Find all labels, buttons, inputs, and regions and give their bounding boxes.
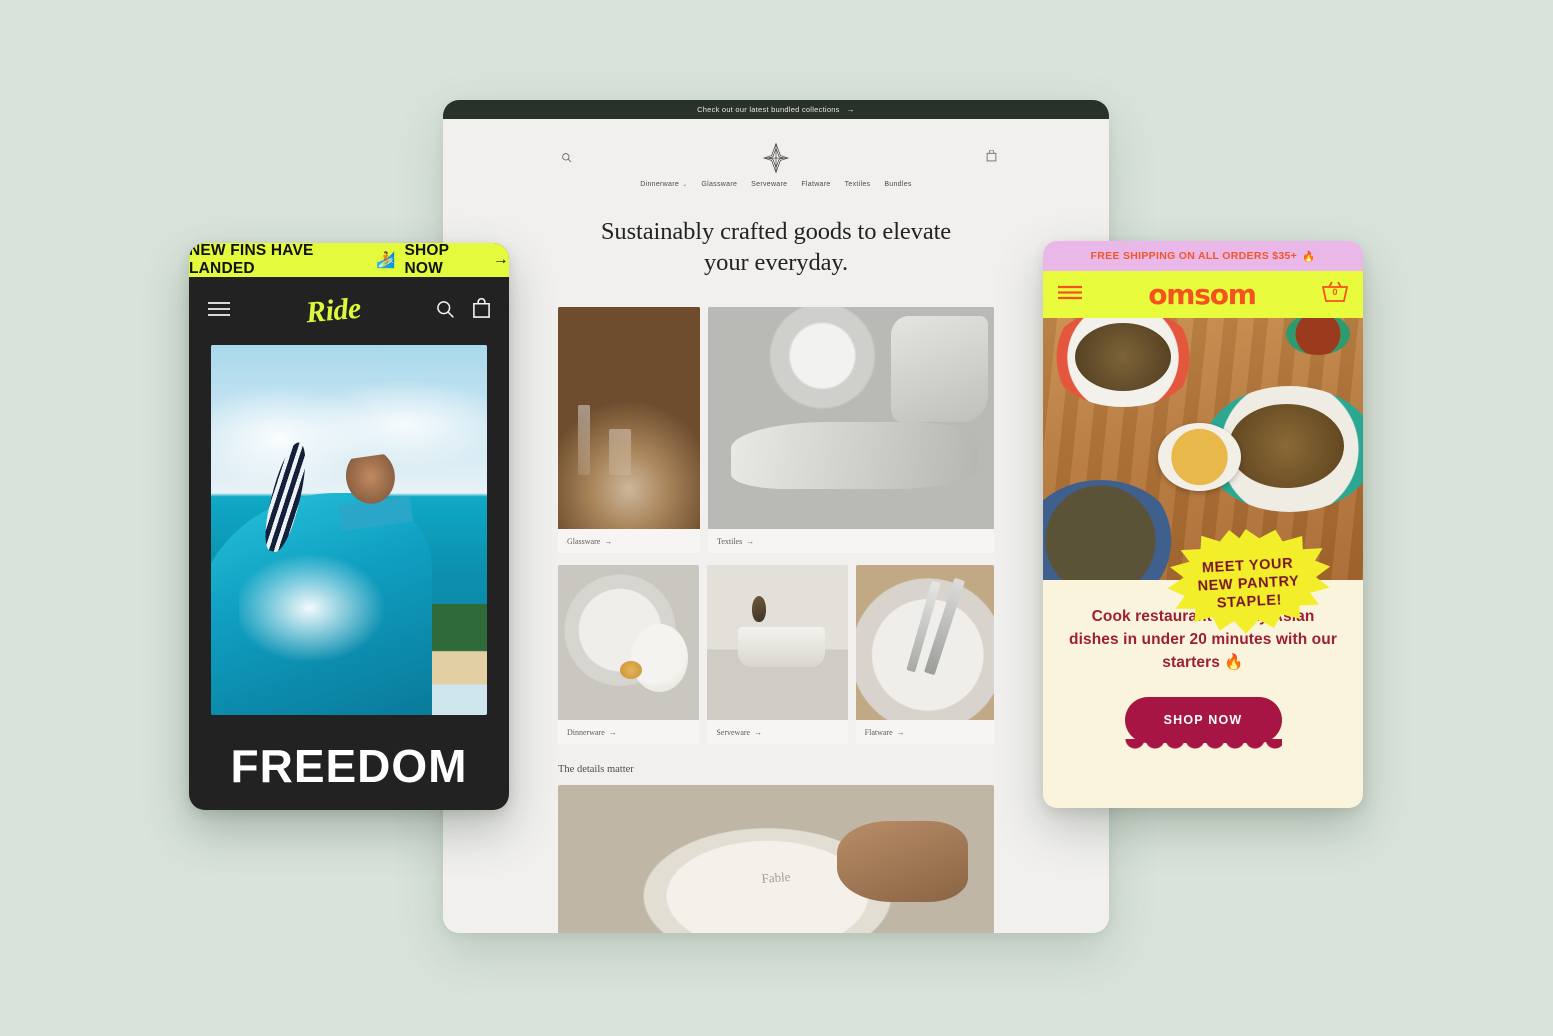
fable-plate-photo: Fable [558,784,994,933]
caption-label: Dinnerware [567,727,605,737]
fable-tablet-mockup: Check out our latest bundled collections… [443,100,1109,933]
ride-header: Ride [189,277,509,345]
omsom-phone-mockup: FREE SHIPPING ON ALL ORDERS $35+ 🔥 omsom… [1043,241,1363,808]
hero-line-2: your everyday. [704,249,848,277]
serveware-photo [707,564,848,720]
dish-teal-food [1228,404,1344,489]
fable-announcement-bar[interactable]: Check out our latest bundled collections… [443,100,1109,119]
chevron-down-icon: ⌄ [682,182,688,188]
surfer-emoji-icon: 🏄 [375,251,396,269]
surfer-figure [331,451,417,553]
collection-row-2: Dinnerware → Serveware → Flatware → [558,564,994,744]
cart-icon[interactable] [472,297,491,324]
collection-card-caption: Serveware → [707,720,847,744]
nav-item-textiles[interactable]: Textiles [845,181,871,188]
ride-announcement-bar[interactable]: NEW FINS HAVE LANDED 🏄 SHOP NOW → [189,243,509,277]
collection-card-dinnerware[interactable]: Dinnerware → [558,564,700,744]
arrow-right-icon: → [604,536,613,546]
fable-detail-feature[interactable]: Fable [443,784,1109,933]
nav-item-flatware[interactable]: Flatware [801,181,830,188]
arrow-right-icon: → [608,727,617,737]
ride-logo[interactable]: Ride [304,292,361,331]
omsom-announcement-bar[interactable]: FREE SHIPPING ON ALL ORDERS $35+ 🔥 [1043,241,1363,271]
cart-icon[interactable] [986,149,997,167]
fable-announcement-text: Check out our latest bundled collections [697,105,840,114]
hand-shape [837,820,968,902]
collection-card-caption: Textiles → [708,529,994,553]
shop-now-button[interactable]: SHOP NOW [1124,696,1282,749]
ride-phone-mockup: NEW FINS HAVE LANDED 🏄 SHOP NOW → Ride F… [189,243,509,810]
omsom-logo[interactable]: omsom [1148,278,1257,311]
collection-row-1: Glassware → Textiles → [558,306,994,553]
arrow-right-icon: → [493,251,509,268]
textiles-photo [708,306,994,529]
fable-collection-grid: Glassware → Textiles → Dinnerware → Serv… [443,306,1109,744]
caption-label: Flatware [864,727,893,737]
arrow-right-icon: → [846,105,855,114]
collection-card-caption: Glassware → [558,529,700,553]
omsom-header: omsom 0 [1043,271,1363,318]
glassware-photo [558,306,700,529]
caption-label: Serveware [716,727,751,737]
fire-emoji-icon: 🔥 [1302,250,1316,263]
ride-header-actions [435,297,491,324]
cart-count-badge: 0 [1332,287,1338,297]
collection-card-flatware[interactable]: Flatware → [855,564,994,744]
collection-card-caption: Dinnerware → [558,720,699,744]
flatware-photo [855,564,994,720]
nav-item-glassware[interactable]: Glassware [701,181,737,188]
plate-emboss-text: Fable [761,868,791,886]
arrow-right-icon: → [896,727,905,737]
fable-nav: Dinnerware ⌄ Glassware Serveware Flatwar… [443,181,1109,188]
fable-hero-heading: Sustainably crafted goods to elevate you… [443,216,1109,279]
collection-card-caption: Flatware → [856,720,994,744]
collection-card-glassware[interactable]: Glassware → [558,306,700,553]
ride-announcement-text: NEW FINS HAVE LANDED [189,243,314,277]
omsom-announcement-text: FREE SHIPPING ON ALL ORDERS $35+ [1090,250,1298,262]
fable-details-heading: The details matter [558,763,634,775]
ride-hero-heading: FREEDOM [230,740,468,792]
nav-item-serveware[interactable]: Serveware [751,181,787,188]
caption-label: Glassware [567,536,601,546]
dish-larb-food [1075,323,1171,392]
dipping-sauce-bowl [1158,422,1242,491]
collection-card-textiles[interactable]: Textiles → [708,306,994,553]
ride-hero-photo-surfer [211,345,487,715]
search-icon[interactable] [435,299,455,324]
hamburger-menu-icon[interactable] [1057,284,1083,305]
foam-layer [238,544,416,671]
arrow-right-icon: → [746,536,755,546]
shopping-basket-icon[interactable]: 0 [1321,280,1349,309]
hero-line-1: Sustainably crafted goods to elevate [600,218,952,245]
search-icon[interactable] [561,150,572,168]
collection-card-serveware[interactable]: Serveware → [707,564,848,744]
caption-label: Textiles [717,536,743,546]
arrow-right-icon: → [754,727,763,737]
ride-announcement-cta: SHOP NOW [404,243,449,277]
dinnerware-photo [558,564,700,720]
hamburger-menu-icon[interactable] [207,301,231,322]
nav-item-bundles[interactable]: Bundles [884,181,911,188]
nav-item-dinnerware[interactable]: Dinnerware ⌄ [640,181,687,188]
fable-header [443,119,1109,179]
screenshot-canvas: Check out our latest bundled collections… [0,0,1553,1036]
fable-sparkle-logo-icon[interactable] [763,142,789,178]
